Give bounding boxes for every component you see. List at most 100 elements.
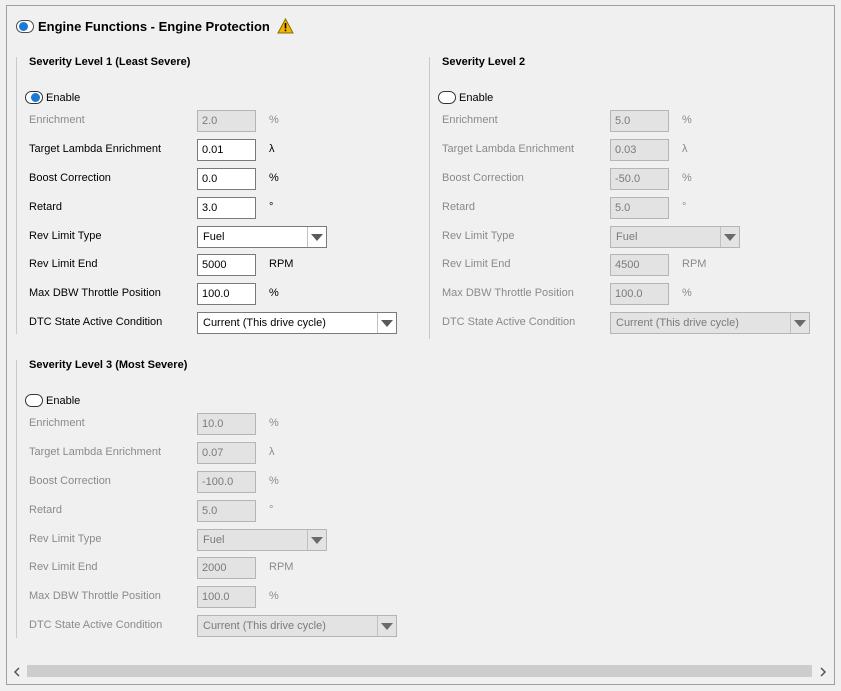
level2-lambda-input: 0.03 (610, 139, 669, 161)
level2-boost-unit: % (682, 172, 692, 184)
level3-revtype-value: Fuel (203, 534, 225, 546)
level3-boost-input: -100.0 (197, 471, 256, 493)
level1-dbw-input[interactable]: 100.0 (197, 283, 256, 305)
level3-enable-toggle[interactable] (25, 394, 43, 407)
level2-dbw-unit: % (682, 287, 692, 299)
level1-title: Severity Level 1 (Least Severe) (29, 56, 191, 68)
level3-boost-unit: % (269, 475, 279, 487)
level1-boost-input[interactable]: 0.0 (197, 168, 256, 190)
level1-dtc-label: DTC State Active Condition (29, 316, 163, 328)
panel-header: Engine Functions - Engine Protection (16, 17, 294, 35)
level3-retard-input: 5.0 (197, 500, 256, 522)
level3-revend-label: Rev Limit End (29, 561, 98, 573)
level3-lambda-label: Target Lambda Enrichment (29, 446, 162, 458)
level1-dbw-label: Max DBW Throttle Position (29, 287, 161, 299)
level2-revend-input: 4500 (610, 254, 669, 276)
level1-dtc-value: Current (This drive cycle) (203, 317, 326, 329)
chevron-down-icon (377, 616, 396, 636)
level3-enrichment-unit: % (269, 417, 279, 429)
level2-enrichment-label: Enrichment (442, 114, 498, 126)
level2-boost-label: Boost Correction (442, 172, 524, 184)
level2-retard-unit: ° (682, 201, 687, 213)
level1-revtype-value: Fuel (203, 231, 225, 243)
chevron-left-icon[interactable] (9, 664, 25, 680)
level3-border (16, 360, 17, 638)
level2-enable-label: Enable (459, 91, 494, 104)
level3-dbw-unit: % (269, 590, 279, 602)
level2-dbw-input: 100.0 (610, 283, 669, 305)
level2-lambda-unit: λ (682, 143, 688, 155)
level3-revtype-label: Rev Limit Type (29, 533, 102, 545)
level2-boost-input: -50.0 (610, 168, 669, 190)
level1-border (16, 57, 17, 334)
level1-lambda-input[interactable]: 0.01 (197, 139, 256, 161)
level3-revend-unit: RPM (269, 561, 294, 573)
level3-revtype-select: Fuel (197, 529, 327, 551)
level3-enable[interactable]: Enable (25, 394, 80, 407)
level3-dbw-label: Max DBW Throttle Position (29, 590, 161, 602)
chevron-down-icon (307, 530, 326, 550)
level2-revtype-label: Rev Limit Type (442, 230, 515, 242)
engine-protection-toggle[interactable] (16, 19, 34, 33)
level3-lambda-unit: λ (269, 446, 275, 458)
level2-enable[interactable]: Enable (438, 91, 493, 104)
level3-enable-label: Enable (46, 394, 81, 407)
level1-retard-input[interactable]: 3.0 (197, 197, 256, 219)
level1-revtype-select[interactable]: Fuel (197, 226, 327, 248)
level1-dbw-unit: % (269, 287, 279, 299)
level2-enrichment-unit: % (682, 114, 692, 126)
level2-border (429, 57, 430, 339)
level2-revtype-value: Fuel (616, 231, 638, 243)
level1-boost-unit: % (269, 172, 279, 184)
level3-lambda-input: 0.07 (197, 442, 256, 464)
level1-enrichment-unit: % (269, 114, 279, 126)
chevron-down-icon[interactable] (377, 313, 396, 333)
level1-lambda-unit: λ (269, 143, 275, 155)
level2-retard-input: 5.0 (610, 197, 669, 219)
level2-dtc-select: Current (This drive cycle) (610, 312, 810, 334)
level3-revend-input: 2000 (197, 557, 256, 579)
level1-enrichment-label: Enrichment (29, 114, 85, 126)
page-title: Engine Functions - Engine Protection (38, 18, 270, 34)
chevron-down-icon (790, 313, 809, 333)
level2-title: Severity Level 2 (442, 56, 526, 68)
level1-enable-toggle[interactable] (25, 91, 43, 104)
level3-boost-label: Boost Correction (29, 475, 111, 487)
level2-lambda-label: Target Lambda Enrichment (442, 143, 575, 155)
level3-dtc-value: Current (This drive cycle) (203, 620, 326, 632)
level1-dtc-select[interactable]: Current (This drive cycle) (197, 312, 397, 334)
level3-enrichment-input: 10.0 (197, 413, 256, 435)
warning-icon (277, 18, 294, 34)
level2-dtc-value: Current (This drive cycle) (616, 317, 739, 329)
level1-boost-label: Boost Correction (29, 172, 111, 184)
level1-enrichment-input: 2.0 (197, 110, 256, 132)
chevron-down-icon (720, 227, 739, 247)
chevron-down-icon[interactable] (307, 227, 326, 247)
level2-retard-label: Retard (442, 201, 476, 213)
level1-enable[interactable]: Enable (25, 91, 80, 104)
level1-retard-label: Retard (29, 201, 63, 213)
level2-dbw-label: Max DBW Throttle Position (442, 287, 574, 299)
level3-dbw-input: 100.0 (197, 586, 256, 608)
level1-retard-unit: ° (269, 201, 274, 213)
level2-revend-unit: RPM (682, 258, 707, 270)
level1-revend-label: Rev Limit End (29, 258, 98, 270)
level1-lambda-label: Target Lambda Enrichment (29, 143, 162, 155)
level2-revend-label: Rev Limit End (442, 258, 511, 270)
level2-enrichment-input: 5.0 (610, 110, 669, 132)
level2-enable-toggle[interactable] (438, 91, 456, 104)
level3-dtc-select: Current (This drive cycle) (197, 615, 397, 637)
level1-enable-label: Enable (46, 91, 81, 104)
level3-title: Severity Level 3 (Most Severe) (29, 359, 188, 371)
level1-revend-input[interactable]: 5000 (197, 254, 256, 276)
chevron-right-icon[interactable] (815, 664, 831, 680)
level1-revend-unit: RPM (269, 258, 294, 270)
level2-dtc-label: DTC State Active Condition (442, 316, 576, 328)
engine-protection-panel (6, 5, 835, 685)
horizontal-scrollbar[interactable] (7, 662, 833, 682)
level3-retard-unit: ° (269, 504, 274, 516)
scrollbar-thumb[interactable] (27, 665, 812, 677)
level1-revtype-label: Rev Limit Type (29, 230, 102, 242)
level3-enrichment-label: Enrichment (29, 417, 85, 429)
level3-dtc-label: DTC State Active Condition (29, 619, 163, 631)
